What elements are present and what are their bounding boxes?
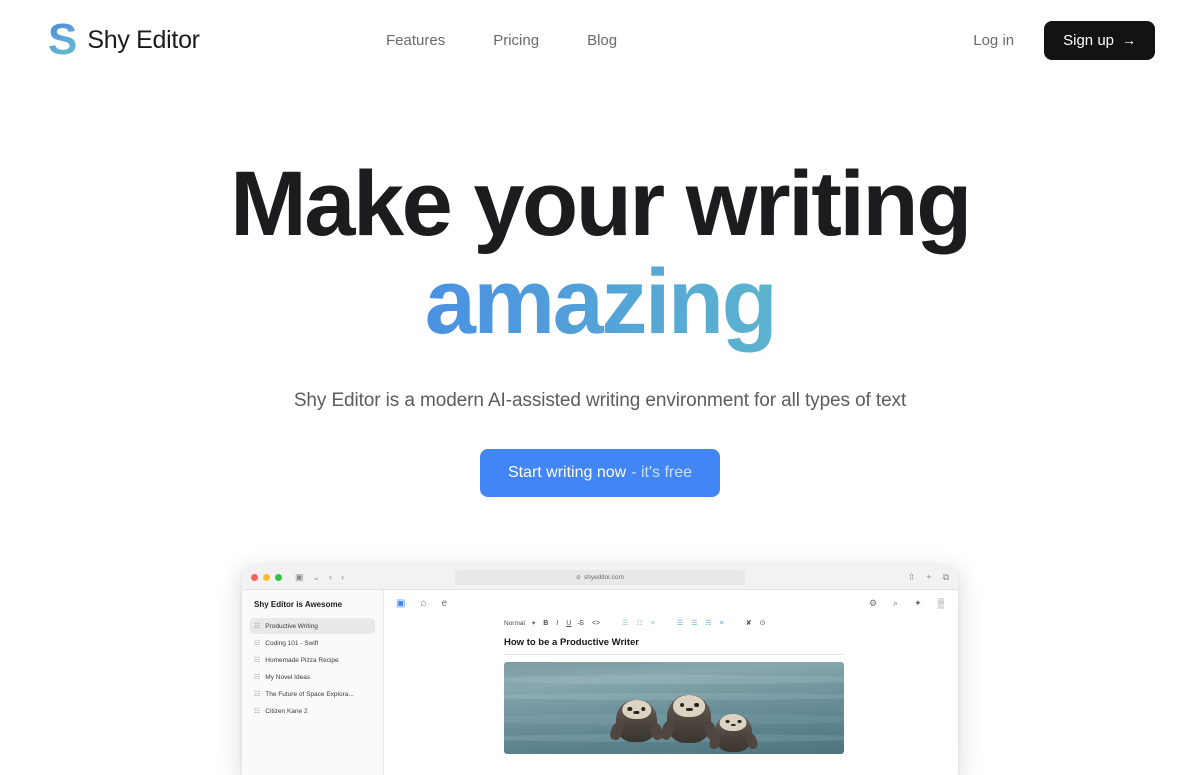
minimize-window-icon[interactable] xyxy=(263,574,270,581)
lock-icon: ⊕ xyxy=(576,574,581,581)
sidebar-item-citizen-kane-2[interactable]: ☷ Citizen Kane 2 xyxy=(250,703,375,719)
sidebar-title: Shy Editor is Awesome xyxy=(254,600,375,609)
align-right-button[interactable]: ☴ xyxy=(705,619,711,627)
document-icon: ☷ xyxy=(254,707,260,715)
headline-line-2-accent: amazing xyxy=(0,250,1200,356)
window-controls[interactable] xyxy=(251,574,282,581)
close-window-icon[interactable] xyxy=(251,574,258,581)
new-document-icon[interactable]: ὜e xyxy=(442,598,448,609)
start-writing-button[interactable]: Start writing now - it's free xyxy=(480,449,720,497)
paragraph-style-value: Normal xyxy=(504,620,525,627)
formatting-toolbar: Normal ▾ B I U ̶S <> ☰ ☷ ≡ ☰ ☲ ☴ ≡ ✘ ⊙ xyxy=(396,619,948,627)
sidebar-item-novel-ideas[interactable]: ☷ My Novel Ideas xyxy=(250,669,375,685)
signup-button[interactable]: Sign up → xyxy=(1044,21,1155,60)
bullet-list-button[interactable]: ☰ xyxy=(622,619,628,627)
sidebar-item-coding-101[interactable]: ☷ Coding 101 - Swift xyxy=(250,635,375,651)
sidebar-item-pizza-recipe[interactable]: ☷ Homemade Pizza Recipe xyxy=(250,652,375,668)
align-left-button[interactable]: ☰ xyxy=(677,619,683,627)
app-sidebar: Shy Editor is Awesome ☷ Productive Writi… xyxy=(242,590,384,775)
nav-item-pricing[interactable]: Pricing xyxy=(493,32,539,49)
code-button[interactable]: <> xyxy=(592,620,600,627)
otter-icon xyxy=(616,700,657,742)
browser-titlebar: ▣ ⌄ ‹ › ⊕ shyeditor.com ⇧ + ⧉ xyxy=(242,565,958,590)
sidebar-item-productive-writing[interactable]: ☷ Productive Writing xyxy=(250,618,375,634)
document-divider xyxy=(504,654,844,655)
page-title: Make your writing amazing xyxy=(0,158,1200,356)
back-icon[interactable]: ‹ xyxy=(329,572,332,582)
panel-toggle-icon[interactable]: ▣ xyxy=(396,598,405,609)
forward-icon[interactable]: › xyxy=(341,572,344,582)
sidebar-item-space-exploration[interactable]: ☷ The Future of Space Explora... xyxy=(250,686,375,702)
sidebar-toggle-icon[interactable]: ▣ xyxy=(295,572,304,583)
login-link[interactable]: Log in xyxy=(973,32,1014,49)
editor-top-toolbar: ▣ ⌂ ὜e ⚙ ⌕ ✦ ▒ xyxy=(396,598,948,609)
app-preview-window: ▣ ⌄ ‹ › ⊕ shyeditor.com ⇧ + ⧉ Shy Editor… xyxy=(242,565,958,775)
italic-button[interactable]: I xyxy=(556,620,558,627)
document-icon: ☷ xyxy=(254,622,260,630)
logo-s-icon: S xyxy=(48,18,76,62)
ai-sparkle-icon[interactable]: ✦ xyxy=(914,598,922,609)
document-icon: ☷ xyxy=(254,690,260,698)
arrow-right-icon: → xyxy=(1122,32,1136,48)
tabs-icon[interactable]: ⧉ xyxy=(943,572,949,583)
checklist-button[interactable]: ≡ xyxy=(651,620,655,627)
maximize-window-icon[interactable] xyxy=(275,574,282,581)
nav-item-features[interactable]: Features xyxy=(386,32,445,49)
brand-logo[interactable]: S Shy Editor xyxy=(48,18,200,62)
document-icon: ☷ xyxy=(254,656,260,664)
document-icon: ☷ xyxy=(254,639,260,647)
chevron-down-icon[interactable]: ⌄ xyxy=(313,572,321,583)
cta-sub-label: - it's free xyxy=(631,464,692,482)
document-icon: ☷ xyxy=(254,673,260,681)
sidebar-item-label: My Novel Ideas xyxy=(265,674,310,681)
grid-icon[interactable]: ▒ xyxy=(938,598,944,609)
gear-icon[interactable]: ⚙ xyxy=(869,598,877,609)
new-tab-icon[interactable]: + xyxy=(926,572,931,583)
search-icon[interactable]: ⌕ xyxy=(893,598,898,609)
site-header: S Shy Editor Features Pricing Blog Log i… xyxy=(0,0,1200,80)
url-text: shyeditor.com xyxy=(584,574,624,581)
underline-button[interactable]: U xyxy=(566,620,571,627)
sidebar-item-label: The Future of Space Explora... xyxy=(265,691,354,698)
chevron-down-icon: ▾ xyxy=(532,619,535,627)
header-actions: Log in Sign up → xyxy=(973,21,1155,60)
sidebar-item-label: Productive Writing xyxy=(265,623,318,630)
browser-nav-icons: ▣ ⌄ ‹ › xyxy=(295,572,344,583)
share-icon[interactable]: ⇧ xyxy=(908,572,916,583)
brand-name: Shy Editor xyxy=(87,26,199,55)
align-center-button[interactable]: ☲ xyxy=(691,619,697,627)
hero-section: Make your writing amazing Shy Editor is … xyxy=(0,80,1200,497)
app-editor: ▣ ⌂ ὜e ⚙ ⌕ ✦ ▒ Normal ▾ B I U ̶S xyxy=(384,590,958,775)
browser-actions: ⇧ + ⧉ xyxy=(908,572,949,583)
sidebar-item-label: Coding 101 - Swift xyxy=(265,640,318,647)
url-bar[interactable]: ⊕ shyeditor.com xyxy=(455,570,745,585)
sidebar-item-label: Citizen Kane 2 xyxy=(265,708,307,715)
bold-button[interactable]: B xyxy=(543,620,548,627)
strikethrough-button[interactable]: ̶S xyxy=(579,620,584,627)
sidebar-item-label: Homemade Pizza Recipe xyxy=(265,657,338,664)
paragraph-style-select[interactable]: Normal ▾ xyxy=(504,619,535,627)
nav-item-blog[interactable]: Blog xyxy=(587,32,617,49)
cta-main-label: Start writing now xyxy=(508,464,626,482)
otter-icon xyxy=(715,714,752,753)
more-options-icon[interactable]: ⊙ xyxy=(760,619,766,627)
otter-icon xyxy=(667,695,711,743)
app-body: Shy Editor is Awesome ☷ Productive Writi… xyxy=(242,590,958,775)
document-photo-sea-otters xyxy=(504,662,844,754)
clear-formatting-button[interactable]: ✘ xyxy=(746,619,752,627)
hero-subtitle: Shy Editor is a modern AI-assisted writi… xyxy=(0,390,1200,412)
editor-right-icons: ⚙ ⌕ ✦ ▒ xyxy=(869,598,944,609)
document-title: How to be a Productive Writer xyxy=(504,637,948,648)
signup-button-label: Sign up xyxy=(1063,32,1114,49)
cta-wrapper: Start writing now - it's free xyxy=(0,449,1200,497)
numbered-list-button[interactable]: ☷ xyxy=(636,619,642,627)
main-nav: Features Pricing Blog xyxy=(386,32,617,49)
align-justify-button[interactable]: ≡ xyxy=(720,620,724,627)
home-icon[interactable]: ⌂ xyxy=(420,598,426,609)
headline-line-1: Make your writing xyxy=(230,153,970,255)
